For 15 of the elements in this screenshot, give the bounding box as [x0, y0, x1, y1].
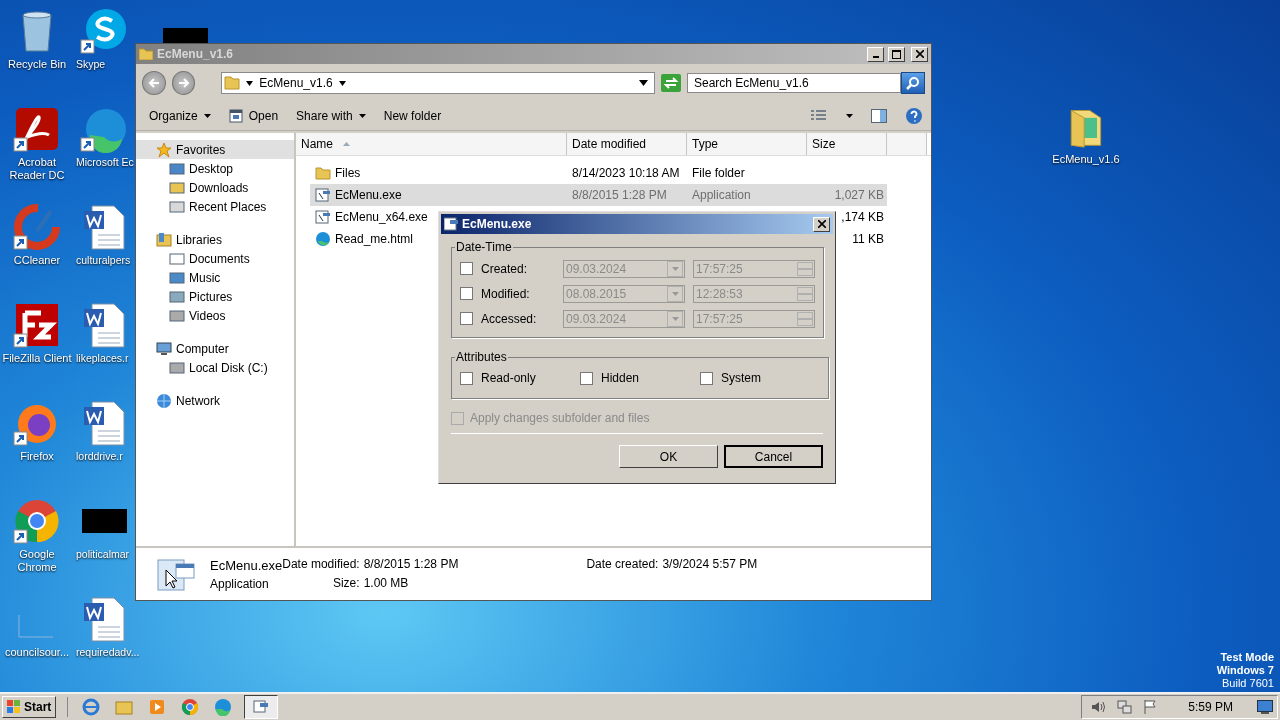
window-title: EcMenu_v1.6 [157, 47, 234, 61]
os-notice-text: Test Mode [1220, 651, 1274, 664]
group-title: Date-Time [455, 240, 513, 254]
detail-label: Date created: [586, 556, 659, 571]
os-notice-text: Build 7601 [1222, 677, 1274, 690]
detail-label: Date modified: [282, 556, 360, 571]
window-title: EcMenu.exe [462, 217, 532, 231]
file-type: Application [210, 576, 270, 591]
detail-value: 1.00 MB [363, 575, 410, 590]
file-name: EcMenu.exe [210, 557, 283, 573]
os-notice-text: Windows 7 [1216, 664, 1274, 677]
detail-value: 8/8/2015 1:28 PM [363, 556, 459, 571]
detail-value: 3/9/2024 5:57 PM [662, 556, 758, 571]
detail-label: Size: [331, 575, 360, 590]
group-title: Attributes [455, 350, 508, 364]
